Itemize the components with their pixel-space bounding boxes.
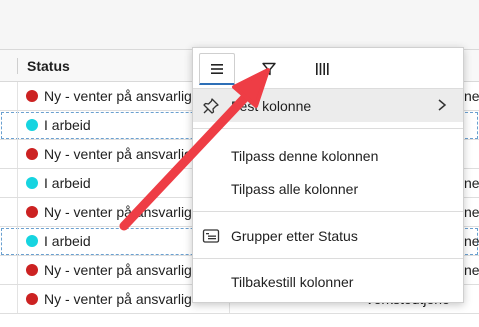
filter-icon	[262, 62, 276, 76]
menu-item-label: Grupper etter Status	[231, 228, 358, 244]
menu-item-reset-columns[interactable]: Tilbakestill kolonner	[193, 265, 463, 298]
menu-item-group-by[interactable]: Grupper etter Status	[193, 219, 463, 252]
menu-divider	[193, 258, 463, 259]
column-menu-tabs	[193, 48, 463, 89]
tab-filter[interactable]	[251, 53, 287, 85]
menu-item-autosize-all[interactable]: Tilpass alle kolonner	[193, 172, 463, 205]
status-cell[interactable]: Ny - venter på ansvarlig	[44, 204, 192, 220]
pin-icon	[203, 98, 219, 114]
columns-icon	[316, 63, 329, 75]
menu-item-label: Fest kolonne	[231, 98, 312, 114]
status-dot	[26, 90, 38, 102]
menu-item-label: Tilpass alle kolonner	[231, 181, 359, 197]
menu-item-pin-column[interactable]: Fest kolonne	[193, 89, 463, 122]
menu-item-autosize-this[interactable]: Tilpass denne kolonnen	[193, 139, 463, 172]
status-cell[interactable]: I arbeid	[44, 233, 91, 249]
status-dot	[26, 293, 38, 305]
status-cell[interactable]: Ny - venter på ansvarlig	[44, 262, 192, 278]
cell-text[interactable]: ne	[464, 204, 479, 220]
status-dot	[26, 148, 38, 160]
menu-icon	[211, 63, 223, 74]
status-cell[interactable]: I arbeid	[44, 117, 91, 133]
cell-divider	[17, 256, 18, 284]
menu-item-label: Tilpass denne kolonnen	[231, 148, 379, 164]
tab-general[interactable]	[199, 53, 235, 85]
cell-divider	[17, 140, 18, 168]
tab-columns[interactable]	[304, 53, 340, 85]
cell-text[interactable]: ne	[464, 233, 479, 249]
status-dot	[26, 177, 38, 189]
status-cell[interactable]: Ny - venter på ansvarlig	[44, 291, 192, 307]
column-menu: Fest kolonne Tilpass denne kolonnen Tilp…	[192, 47, 464, 303]
menu-divider	[193, 211, 463, 212]
cell-divider	[17, 169, 18, 197]
chevron-right-icon	[438, 99, 447, 111]
status-dot	[26, 119, 38, 131]
status-cell[interactable]: I arbeid	[44, 175, 91, 191]
header-separator	[17, 58, 18, 74]
cell-text[interactable]: ne	[464, 88, 479, 104]
cell-divider	[17, 227, 18, 255]
cell-divider	[17, 285, 18, 313]
status-dot	[26, 235, 38, 247]
cell-text[interactable]: ne	[464, 262, 479, 278]
status-cell[interactable]: Ny - venter på ansvarlig	[44, 88, 192, 104]
cell-divider	[17, 111, 18, 139]
grid-toolbar-area	[0, 0, 479, 49]
status-dot	[26, 264, 38, 276]
status-cell[interactable]: Ny - venter på ansvarlig	[44, 146, 192, 162]
cell-divider	[17, 198, 18, 226]
group-icon	[202, 229, 220, 243]
status-column-header[interactable]: Status	[27, 58, 70, 74]
menu-divider	[193, 128, 463, 129]
status-dot	[26, 206, 38, 218]
menu-item-label: Tilbakestill kolonner	[231, 274, 354, 290]
cell-text[interactable]: ne	[464, 175, 479, 191]
cell-divider	[17, 82, 18, 110]
